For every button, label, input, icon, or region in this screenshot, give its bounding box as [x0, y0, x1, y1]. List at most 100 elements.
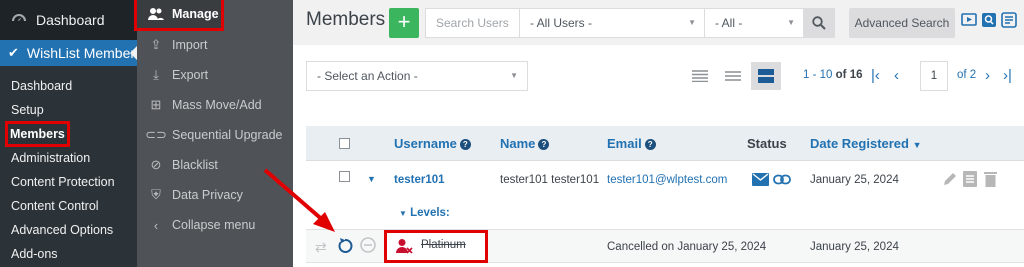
- view-expanded-button[interactable]: [751, 62, 781, 90]
- view-compact-button[interactable]: [685, 62, 715, 90]
- level-date: January 25, 2024: [810, 241, 899, 253]
- search-input[interactable]: Search Users: [425, 8, 520, 38]
- levels-toggle[interactable]: ▼ Levels:: [399, 207, 450, 219]
- submenu-dashboard[interactable]: Dashboard: [0, 74, 137, 98]
- list-expanded-icon: [758, 69, 774, 83]
- last-page-button[interactable]: ›|: [1003, 67, 1012, 84]
- users-icon: [148, 6, 164, 22]
- pagination-total: 16: [849, 69, 863, 81]
- sort-down-icon: ▼: [912, 140, 922, 150]
- help-search-icon[interactable]: [981, 12, 997, 28]
- shield-icon: ⛨: [151, 187, 161, 202]
- pagination-range: 1 - 10: [803, 69, 833, 81]
- members-table-header: Username? Name? Email? Status Date Regis…: [306, 126, 1024, 161]
- page-title: Members: [306, 9, 386, 30]
- wlm-menu-blacklist-label: Blacklist: [172, 158, 218, 172]
- advanced-search-button[interactable]: Advanced Search: [849, 8, 955, 38]
- help-doc-icon[interactable]: [1001, 12, 1017, 28]
- level-highlight: Platinum: [384, 230, 488, 263]
- level-name: Platinum: [421, 239, 466, 251]
- first-page-button[interactable]: |‹: [871, 67, 880, 84]
- submenu-setup[interactable]: Setup: [0, 98, 137, 122]
- col-status: Status: [747, 136, 787, 151]
- users-filter-value: - All Users -: [530, 16, 593, 30]
- wlm-menu-sequential-label: Sequential Upgrade: [172, 128, 283, 142]
- wlm-menu-export[interactable]: ⤓ Export: [137, 60, 293, 90]
- wlm-menu-manage[interactable]: Manage: [134, 0, 224, 31]
- submenu-content-control[interactable]: Content Control: [0, 194, 137, 218]
- col-name[interactable]: Name?: [500, 136, 550, 151]
- submenu-members-label: Members: [5, 121, 70, 147]
- table-row: ▼ tester101 tester101 tester101 tester10…: [306, 161, 1024, 199]
- prev-page-button[interactable]: ‹: [894, 67, 899, 84]
- chevron-down-icon: ▼: [510, 71, 518, 80]
- link-icon[interactable]: [773, 174, 791, 188]
- mass-move-icon: ⊞: [150, 97, 162, 112]
- row-username[interactable]: tester101: [394, 174, 445, 186]
- row-name: tester101 tester101: [500, 174, 600, 186]
- search-icon: [812, 16, 826, 30]
- block-icon: ⊘: [150, 157, 162, 172]
- email-envelope-icon[interactable]: [752, 173, 769, 189]
- submenu-content-protection[interactable]: Content Protection: [0, 170, 137, 194]
- level-status: Cancelled on January 25, 2024: [607, 241, 767, 253]
- status-filter-value: - All -: [715, 16, 743, 30]
- wlm-menu-import[interactable]: ⇪ Import: [137, 30, 293, 60]
- wlm-menu-import-label: Import: [172, 38, 208, 52]
- col-email[interactable]: Email?: [607, 136, 656, 151]
- add-member-button[interactable]: +: [389, 8, 419, 38]
- chevron-down-icon: ▼: [787, 18, 795, 27]
- col-email-label: Email: [607, 136, 642, 151]
- annotation-arrow: [263, 168, 335, 232]
- pagination-summary: 1 - 10 of 16: [803, 69, 862, 81]
- list-normal-icon: [725, 71, 741, 81]
- select-all-checkbox[interactable]: [339, 138, 350, 149]
- levels-label: Levels:: [410, 207, 450, 219]
- view-normal-button[interactable]: [718, 62, 748, 90]
- wlm-menu-mass-move-label: Mass Move/Add: [172, 98, 262, 112]
- wp-menu-dashboard[interactable]: Dashboard: [0, 0, 137, 40]
- import-icon: ⇪: [150, 37, 162, 52]
- wp-menu-dashboard-label: Dashboard: [36, 12, 105, 28]
- list-compact-icon: [692, 70, 708, 82]
- submenu-add-ons[interactable]: Add-ons: [0, 242, 137, 266]
- next-page-button[interactable]: ›: [985, 67, 990, 84]
- cancelled-user-icon: [395, 238, 413, 257]
- col-date-label: Date Registered: [810, 136, 909, 151]
- page-header: Members + Search Users - All Users - ▼ -…: [293, 0, 1024, 45]
- wlm-menu-mass-move[interactable]: ⊞ Mass Move/Add: [137, 90, 293, 120]
- col-username[interactable]: Username?: [394, 136, 471, 151]
- submenu-advanced-options[interactable]: Advanced Options: [0, 218, 137, 242]
- wp-admin-sidebar: Dashboard ✔ WishList Member Dashboard Se…: [0, 0, 137, 267]
- submenu-administration[interactable]: Administration: [0, 146, 137, 170]
- export-icon: ⤓: [153, 67, 159, 82]
- page-number-input[interactable]: 1: [920, 61, 948, 91]
- wp-menu-wishlist-member[interactable]: ✔ WishList Member: [0, 40, 137, 66]
- wlm-menu-sequential-upgrade[interactable]: ⊂⊃ Sequential Upgrade: [137, 120, 293, 150]
- row-email[interactable]: tester101@wlptest.com: [607, 174, 727, 186]
- wlm-menu-export-label: Export: [172, 68, 209, 82]
- chevron-left-icon: ‹: [153, 217, 159, 233]
- link-icon: ⊂⊃: [145, 127, 167, 142]
- chevron-down-icon: ▼: [688, 18, 696, 27]
- edit-pencil-icon[interactable]: [942, 171, 958, 190]
- col-date-registered[interactable]: Date Registered ▼: [810, 136, 922, 151]
- status-filter-select[interactable]: - All - ▼: [704, 8, 804, 38]
- col-username-label: Username: [394, 136, 457, 151]
- bulk-action-select[interactable]: - Select an Action - ▼: [306, 61, 528, 91]
- search-button[interactable]: [803, 8, 835, 38]
- wlm-menu-data-privacy-label: Data Privacy: [172, 188, 243, 202]
- delete-trash-icon[interactable]: [984, 171, 997, 190]
- wlm-menu-manage-label: Manage: [172, 7, 219, 21]
- col-name-label: Name: [500, 136, 536, 151]
- pages-total: of 2: [957, 69, 977, 81]
- submenu-members[interactable]: Members: [0, 121, 137, 147]
- wlm-collapse-label: Collapse menu: [172, 218, 256, 232]
- users-filter-select[interactable]: - All Users - ▼: [519, 8, 705, 38]
- dashboard-icon: [10, 11, 28, 29]
- notes-icon[interactable]: [963, 171, 977, 190]
- expand-caret-icon[interactable]: ▼: [367, 174, 376, 184]
- video-icon[interactable]: [961, 12, 977, 28]
- help-icon: ?: [538, 139, 550, 151]
- caret-down-icon: ▼: [399, 209, 407, 218]
